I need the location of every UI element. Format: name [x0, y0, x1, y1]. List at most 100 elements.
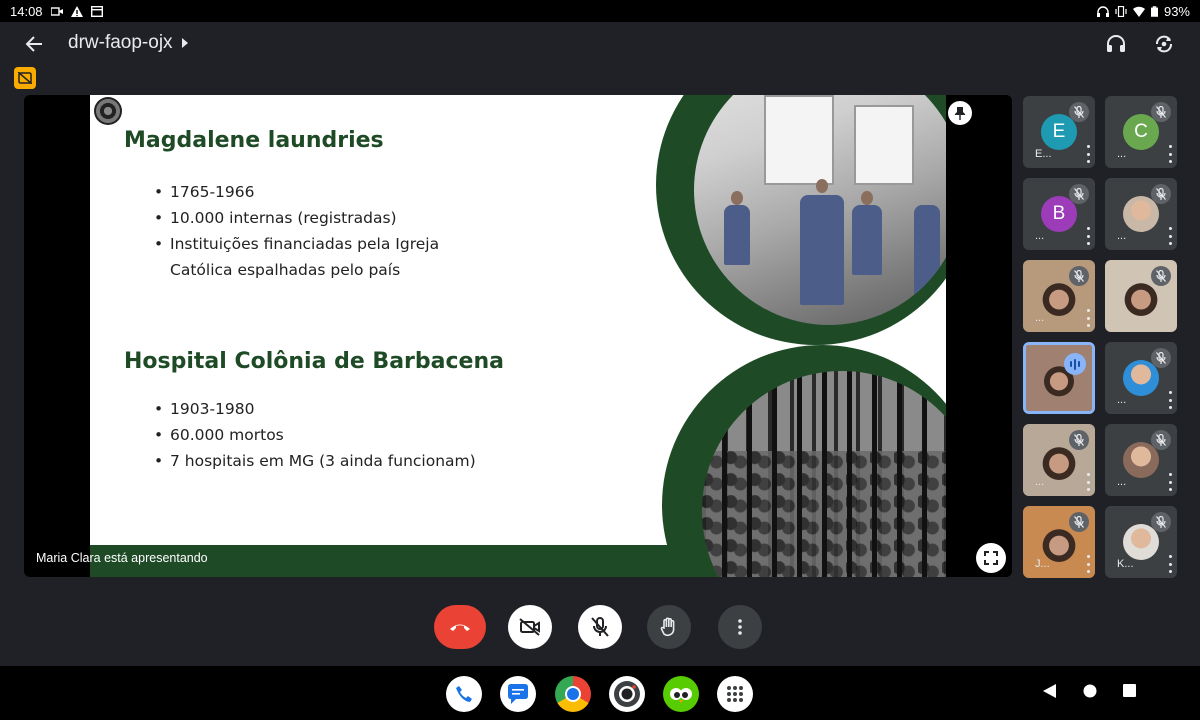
list-item: 60.000 mortos [154, 422, 476, 448]
end-call-button[interactable] [434, 605, 486, 649]
headset-status-icon [1096, 5, 1109, 17]
muted-indicator [1151, 512, 1171, 532]
phone-icon [456, 686, 472, 702]
meeting-header: drw-faop-ojx [0, 22, 1200, 66]
participant-menu-button[interactable] [1084, 227, 1092, 245]
taskbar [0, 666, 1200, 720]
participant-tile[interactable]: ... [1105, 342, 1177, 414]
more-vertical-icon [738, 619, 742, 635]
slide-logo [94, 97, 122, 125]
nav-home-button[interactable] [1083, 684, 1097, 703]
camera-icon [614, 681, 640, 707]
nav-back-button[interactable] [1043, 684, 1056, 703]
mic-off-icon [1074, 106, 1084, 118]
presenter-label: Maria Clara está apresentando [36, 551, 208, 565]
vibrate-icon [1115, 5, 1127, 17]
switch-camera-button[interactable] [1150, 30, 1178, 58]
list-item-continuation: Católica espalhadas pelo país [170, 261, 401, 279]
more-options-button[interactable] [718, 605, 762, 649]
participant-tile[interactable]: J... [1023, 506, 1095, 578]
camera-toggle-button[interactable] [508, 605, 552, 649]
triangle-back-icon [1043, 684, 1056, 698]
muted-indicator [1151, 430, 1171, 450]
participant-menu-button[interactable] [1084, 309, 1092, 327]
raise-hand-button[interactable] [647, 605, 691, 649]
participant-name: ... [1117, 476, 1127, 488]
participant-name: E... [1035, 148, 1052, 160]
square-recents-icon [1123, 684, 1136, 697]
battery-percent: 93% [1163, 3, 1190, 19]
participant-menu-button[interactable] [1166, 145, 1174, 163]
mic-off-icon [591, 617, 609, 637]
mic-off-icon [1074, 188, 1084, 200]
status-bar: 14:08 93% [0, 0, 1200, 22]
mic-off-icon [1156, 434, 1166, 446]
slide-list-1: 1765-1966 10.000 internas (registradas) … [154, 179, 439, 283]
list-item: 10.000 internas (registradas) [154, 205, 439, 231]
muted-indicator [1151, 348, 1171, 368]
pin-button[interactable] [948, 101, 972, 125]
messages-app[interactable] [500, 676, 536, 712]
participant-name: ... [1117, 230, 1127, 242]
participant-menu-button[interactable] [1166, 391, 1174, 409]
back-button[interactable] [20, 30, 48, 58]
nav-recents-button[interactable] [1123, 684, 1136, 702]
participant-menu-button[interactable] [1166, 473, 1174, 491]
muted-indicator [1069, 512, 1089, 532]
arrow-left-icon [25, 36, 42, 52]
participant-menu-button[interactable] [1166, 555, 1174, 573]
meeting-info-button[interactable]: drw-faop-ojx [68, 32, 189, 54]
duolingo-app[interactable] [663, 676, 699, 712]
hand-icon [660, 617, 675, 637]
muted-indicator [1151, 102, 1171, 122]
mic-off-icon [1156, 352, 1166, 364]
battery-icon [1150, 5, 1158, 17]
participant-name: J... [1035, 558, 1050, 570]
audio-output-button[interactable] [1102, 30, 1130, 58]
participant-tile[interactable] [1023, 342, 1095, 414]
mic-off-icon [1074, 270, 1084, 282]
participant-tile[interactable]: ... [1023, 260, 1095, 332]
participant-menu-button[interactable] [1084, 555, 1092, 573]
calendar-status-icon [90, 5, 103, 17]
mic-off-icon [1156, 270, 1166, 282]
mic-toggle-button[interactable] [578, 605, 622, 649]
wifi-icon [1132, 6, 1145, 17]
participant-tile[interactable]: K... [1105, 506, 1177, 578]
app-drawer-button[interactable] [717, 676, 753, 712]
mic-off-icon [1156, 516, 1166, 528]
speaking-indicator [1064, 353, 1086, 375]
list-item: 7 hospitais em MG (3 ainda funcionam) [154, 448, 476, 474]
participant-name: ... [1117, 394, 1127, 406]
participant-tile[interactable]: ... [1105, 178, 1177, 250]
participant-tile[interactable] [1105, 260, 1177, 332]
participant-menu-button[interactable] [1166, 227, 1174, 245]
slide-heading-2: Hospital Colônia de Barbacena [124, 349, 504, 374]
muted-indicator [1151, 266, 1171, 286]
participant-name: K... [1117, 558, 1134, 570]
captions-off-badge[interactable] [14, 67, 36, 89]
participant-tile[interactable]: C... [1105, 96, 1177, 168]
apps-grid-icon [727, 686, 743, 702]
shared-slide: Magdalene laundries 1765-1966 10.000 int… [90, 95, 946, 577]
participant-tile[interactable]: ... [1023, 424, 1095, 496]
participant-tile[interactable]: E E... [1023, 96, 1095, 168]
slide-list-2: 1903-1980 60.000 mortos 7 hospitais em M… [154, 396, 476, 474]
list-item: 1765-1966 [154, 179, 439, 205]
call-controls [0, 605, 1200, 649]
presentation-stage[interactable]: Magdalene laundries 1765-1966 10.000 int… [24, 95, 1012, 577]
slide-notch [926, 347, 940, 365]
phone-hangup-icon [450, 624, 470, 631]
fullscreen-button[interactable] [976, 543, 1006, 573]
chrome-app[interactable] [555, 676, 591, 712]
camera-app[interactable] [609, 676, 645, 712]
phone-app[interactable] [446, 676, 482, 712]
participant-menu-button[interactable] [1084, 473, 1092, 491]
participant-name: ... [1035, 230, 1045, 242]
caret-right-icon [181, 38, 188, 48]
participant-tile[interactable]: ... [1105, 424, 1177, 496]
participant-tile[interactable]: B... [1023, 178, 1095, 250]
fullscreen-icon [984, 551, 998, 565]
mic-off-icon [1074, 516, 1084, 528]
participant-menu-button[interactable] [1084, 145, 1092, 163]
